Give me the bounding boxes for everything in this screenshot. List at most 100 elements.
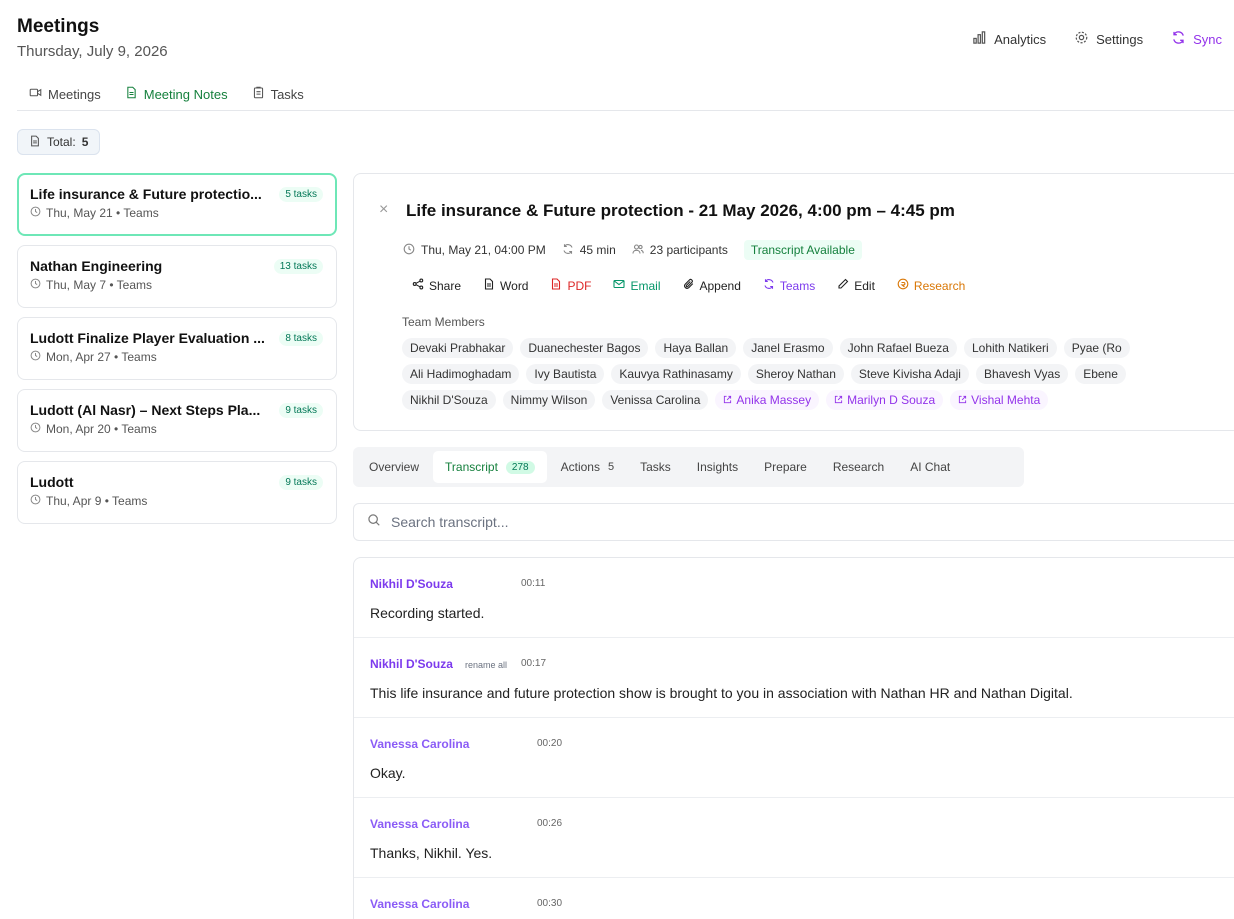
pdf-button[interactable]: PDF xyxy=(550,278,591,293)
tab-prepare[interactable]: Prepare xyxy=(752,451,819,483)
search-input[interactable] xyxy=(391,514,1171,530)
users-icon xyxy=(632,243,644,258)
total-count: 5 xyxy=(81,135,89,149)
member-chip[interactable]: Nikhil D'Souza xyxy=(402,390,496,410)
clock-icon xyxy=(30,494,41,508)
tab-ai-chat[interactable]: AI Chat xyxy=(898,451,962,483)
meeting-card[interactable]: Ludott (Al Nasr) – Next Steps Pla... Mon… xyxy=(17,389,337,452)
transcript-status-badge: Transcript Available xyxy=(743,240,862,260)
member-chip[interactable]: Kauvya Rathinasamy xyxy=(611,364,741,384)
transcript-text: Thanks, Nikhil. Yes. xyxy=(370,845,493,861)
sync-icon xyxy=(1171,30,1186,48)
timestamp[interactable]: 00:30 xyxy=(537,898,562,909)
meeting-subtitle: Thu, Apr 9 • Teams xyxy=(30,494,323,508)
tab-transcript[interactable]: Transcript 278 xyxy=(433,451,547,483)
meeting-detail-panel: × Life insurance & Future protection - 2… xyxy=(353,173,1234,431)
analytics-button[interactable]: Analytics xyxy=(972,30,1046,48)
member-chip[interactable]: Nimmy Wilson xyxy=(502,390,596,410)
close-icon[interactable]: × xyxy=(379,201,388,219)
member-chip[interactable]: Duanechester Bagos xyxy=(520,338,649,358)
email-label: Email xyxy=(630,278,661,293)
tab-research[interactable]: Research xyxy=(821,451,896,483)
timestamp[interactable]: 00:11 xyxy=(521,578,545,589)
transcript-entry: Vanessa Carolina 00:30 xyxy=(354,878,1234,919)
tasks-badge: 9 tasks xyxy=(279,403,323,418)
tab-transcript-label: Transcript xyxy=(445,460,498,474)
edit-button[interactable]: Edit xyxy=(837,278,875,293)
clock-icon xyxy=(30,278,41,292)
external-member-name: Marilyn D Souza xyxy=(847,393,936,407)
member-chip[interactable]: Devaki Prabhakar xyxy=(402,338,514,358)
meeting-date: Thu, Apr 9 • Teams xyxy=(46,494,148,508)
timestamp[interactable]: 00:26 xyxy=(537,818,562,829)
member-row: Devaki Prabhakar Duanechester Bagos Haya… xyxy=(402,338,1234,358)
tab-tasks[interactable]: Tasks xyxy=(628,451,683,483)
total-badge: Total: 5 xyxy=(17,129,101,155)
tab-insights[interactable]: Insights xyxy=(685,451,750,483)
meta-duration-value: 45 min xyxy=(579,243,616,257)
tab-actions[interactable]: Actions 5 xyxy=(549,451,626,483)
document-icon xyxy=(29,135,41,150)
transcript-count-badge: 278 xyxy=(505,460,535,474)
member-chip[interactable]: Steve Kivisha Adaji xyxy=(850,364,969,384)
member-chip[interactable]: Pyae (Ro xyxy=(1063,338,1130,358)
member-chip[interactable]: Lohith Natikeri xyxy=(963,338,1057,358)
speaker-name[interactable]: Vanessa Carolina xyxy=(370,737,469,751)
external-member-chip[interactable]: Marilyn D Souza xyxy=(826,390,944,410)
member-chip[interactable]: Sheroy Nathan xyxy=(747,364,844,384)
member-chip[interactable]: John Rafael Bueza xyxy=(839,338,957,358)
nav-tab-meeting-notes[interactable]: Meeting Notes xyxy=(113,80,240,111)
speaker-name[interactable]: Vanessa Carolina xyxy=(370,817,469,831)
meta-participants: 23 participants xyxy=(632,243,728,258)
member-chip[interactable]: Ebene xyxy=(1075,364,1126,384)
top-actions: Analytics Settings Sync xyxy=(972,30,1222,48)
speaker-name[interactable]: Vanessa Carolina xyxy=(370,897,469,911)
pdf-icon xyxy=(550,278,562,293)
member-chip[interactable]: Janel Erasmo xyxy=(743,338,833,358)
meeting-card[interactable]: Nathan Engineering Thu, May 7 • Teams 13… xyxy=(17,245,337,308)
tasks-badge: 5 tasks xyxy=(279,187,323,202)
external-member-chip[interactable]: Vishal Mehta xyxy=(950,390,1049,410)
timestamp[interactable]: 00:20 xyxy=(537,738,562,749)
rename-all-link[interactable]: rename all xyxy=(465,660,507,670)
timestamp[interactable]: 00:17 xyxy=(521,658,546,669)
speaker-name[interactable]: Nikhil D'Souza xyxy=(370,657,453,671)
external-member-name: Vishal Mehta xyxy=(971,393,1041,407)
share-label: Share xyxy=(429,278,462,293)
email-button[interactable]: Email xyxy=(613,278,661,293)
meeting-card[interactable]: Ludott Thu, Apr 9 • Teams 9 tasks xyxy=(17,461,337,524)
tab-overview[interactable]: Overview xyxy=(357,451,431,483)
member-chip[interactable]: Venissa Carolina xyxy=(602,390,709,410)
meta-datetime: Thu, May 21, 04:00 PM xyxy=(403,243,546,258)
append-button[interactable]: Append xyxy=(683,278,741,293)
member-chip[interactable]: Ali Hadimoghadam xyxy=(402,364,520,384)
sync-icon xyxy=(763,278,775,293)
settings-button[interactable]: Settings xyxy=(1074,30,1143,48)
external-member-chip[interactable]: Anika Massey xyxy=(715,390,820,410)
clock-icon xyxy=(30,206,41,220)
meeting-meta: Thu, May 21, 04:00 PM 45 min 23 particip… xyxy=(403,240,862,260)
member-chip[interactable]: Haya Ballan xyxy=(655,338,737,358)
member-chip[interactable]: Bhavesh Vyas xyxy=(975,364,1069,384)
word-doc-icon xyxy=(483,278,495,293)
speaker-name[interactable]: Nikhil D'Souza xyxy=(370,577,453,591)
external-member-name: Anika Massey xyxy=(736,393,812,407)
sync-button[interactable]: Sync xyxy=(1171,30,1222,48)
nav-tab-meetings[interactable]: Meetings xyxy=(17,80,113,111)
research-button[interactable]: Research xyxy=(897,278,965,293)
teams-button[interactable]: Teams xyxy=(763,278,815,293)
mail-icon xyxy=(613,278,626,293)
meeting-card[interactable]: Life insurance & Future protectio... Thu… xyxy=(17,173,337,236)
meeting-card[interactable]: Ludott Finalize Player Evaluation ... Mo… xyxy=(17,317,337,380)
meeting-list: Life insurance & Future protectio... Thu… xyxy=(17,173,337,533)
external-link-icon xyxy=(723,393,732,407)
meeting-subtitle: Thu, May 21 • Teams xyxy=(30,206,323,220)
member-chip[interactable]: Ivy Bautista xyxy=(526,364,605,384)
analytics-label: Analytics xyxy=(994,31,1047,47)
meta-datetime-value: Thu, May 21, 04:00 PM xyxy=(421,243,546,257)
nav-tab-tasks[interactable]: Tasks xyxy=(240,80,316,111)
share-button[interactable]: Share xyxy=(412,278,461,293)
word-button[interactable]: Word xyxy=(483,278,528,293)
search-icon xyxy=(367,513,381,532)
refresh-icon xyxy=(562,243,574,258)
